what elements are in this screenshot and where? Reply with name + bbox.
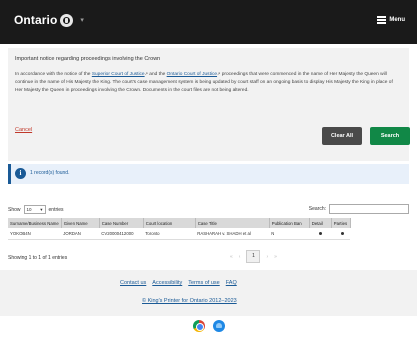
footer-link-faq[interactable]: FAQ — [226, 280, 237, 286]
cancel-link[interactable]: Cancel — [15, 127, 32, 133]
ontario-court-link[interactable]: Ontario Court of Justice — [167, 72, 217, 77]
current-page-button[interactable]: 1 — [246, 250, 261, 263]
previous-page-button[interactable]: ‹ — [239, 254, 241, 260]
results-alert: i 1 record(s) found. — [8, 164, 409, 184]
table-search: Search: — [309, 204, 409, 214]
results-table: Surname/Business Name Given Name Case Nu… — [8, 218, 351, 240]
notice-panel: Important notice regarding proceedings i… — [8, 48, 410, 161]
pagination: « ‹ 1 › » — [230, 250, 277, 263]
column-header-court-location[interactable]: Court location — [143, 218, 196, 228]
site-footer: Contact us Accessibility Terms of use FA… — [0, 270, 417, 316]
cell-case-number: CV20000412000 — [99, 228, 144, 240]
menu-label: Menu — [389, 16, 405, 23]
column-header-given-name[interactable]: Given Name — [61, 218, 100, 228]
footer-link-accessibility[interactable]: Accessibility — [152, 280, 182, 286]
detail-button[interactable] — [309, 228, 332, 240]
notice-text-2: and the — [147, 72, 167, 77]
last-page-button[interactable]: » — [274, 254, 277, 260]
table-header-row: Surname/Business Name Given Name Case Nu… — [8, 218, 351, 228]
cell-surname: YOKOB4N — [8, 228, 62, 240]
chrome-icon — [193, 320, 205, 332]
logo-text: Ontario — [14, 13, 58, 27]
entries-length-control: Show 10 ▾ entries — [8, 205, 64, 214]
cell-publication-ban: N — [269, 228, 310, 240]
column-header-case-title[interactable]: Case Title — [195, 218, 270, 228]
table-row: YOKOB4N JORDAN CV20000412000 Toronto RAS… — [8, 228, 351, 240]
notice-title: Important notice regarding proceedings i… — [15, 56, 161, 62]
ontario-logo[interactable]: Ontario ▾ — [14, 13, 84, 27]
footer-copyright-link[interactable]: © King's Printer for Ontario 2012–2023 — [142, 298, 237, 304]
superior-court-link[interactable]: Superior Court of Justice — [92, 72, 145, 77]
column-header-parties[interactable]: Parties — [331, 218, 351, 228]
footer-link-contact[interactable]: Contact us — [120, 280, 146, 286]
table-search-label: Search: — [308, 206, 326, 212]
entries-label: entries — [48, 206, 64, 213]
table-info: Showing 1 to 1 of 1 entries — [8, 255, 68, 261]
entries-select-value: 10 — [26, 207, 32, 212]
site-header: Ontario ▾ Menu — [0, 0, 417, 44]
detail-dot-icon — [319, 231, 323, 235]
notice-text-1: In accordance with the notice of the — [15, 72, 92, 77]
cell-case-title: RASHARAH v. SHADH et al — [195, 228, 270, 240]
ontario-trillium-icon — [60, 13, 74, 27]
table-search-input[interactable] — [329, 204, 409, 214]
next-page-button[interactable]: › — [266, 254, 268, 260]
chevron-down-icon: ▾ — [40, 206, 43, 212]
column-header-publication-ban[interactable]: Publication Ban — [269, 218, 310, 228]
clear-all-button[interactable]: Clear All — [322, 127, 362, 145]
column-header-detail[interactable]: Detail — [309, 218, 332, 228]
cell-court-location: Toronto — [143, 228, 196, 240]
search-button[interactable]: Search — [370, 127, 410, 145]
parties-dot-icon — [341, 231, 345, 235]
hamburger-icon — [377, 16, 387, 24]
chevron-down-icon: ▾ — [80, 17, 84, 24]
footer-links: Contact us Accessibility Terms of use FA… — [120, 280, 237, 286]
entries-select[interactable]: 10 ▾ — [23, 205, 46, 214]
browser-icons — [193, 320, 225, 332]
notice-body: In accordance with the notice of the Sup… — [15, 70, 401, 96]
edge-icon — [213, 320, 225, 332]
menu-button[interactable]: Menu — [377, 16, 405, 24]
show-label: Show — [8, 206, 21, 213]
parties-button[interactable] — [331, 228, 351, 240]
footer-link-terms[interactable]: Terms of use — [188, 280, 219, 286]
cell-given-name: JORDAN — [61, 228, 100, 240]
results-count: 1 record(s) found. — [30, 170, 70, 176]
column-header-surname[interactable]: Surname/Business Name — [8, 218, 62, 228]
column-header-case-number[interactable]: Case Number — [99, 218, 144, 228]
info-icon: i — [15, 168, 26, 179]
first-page-button[interactable]: « — [230, 254, 233, 260]
